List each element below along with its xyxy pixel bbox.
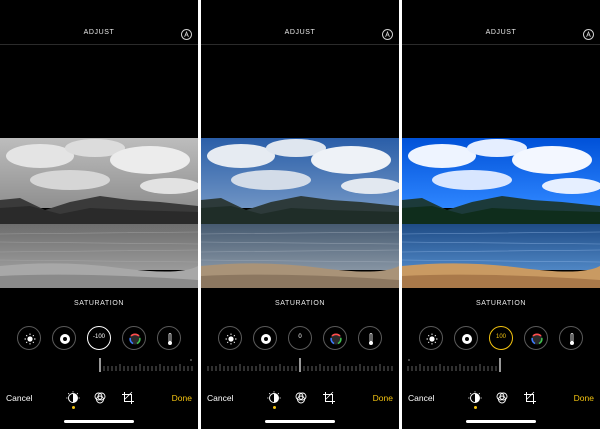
exposure-icon: [261, 334, 271, 344]
exposure-tool[interactable]: [52, 326, 76, 350]
brightness-icon: [24, 333, 36, 345]
saturation-tool[interactable]: -100: [87, 326, 111, 350]
editor-panel-desaturated: ADJUST SATURATION -100 Cancel Done: [0, 0, 198, 429]
adjustment-name: SATURATION: [475, 300, 527, 307]
editor-panel-vivid: ADJUST SATURATION 100 Cancel Done: [402, 0, 600, 429]
vibrance-tool[interactable]: [122, 326, 146, 350]
auto-enhance-icon[interactable]: [181, 29, 192, 40]
done-button[interactable]: Done: [172, 393, 192, 403]
active-mode-indicator: [272, 406, 276, 409]
warmth-tool[interactable]: [358, 326, 382, 350]
adjustment-name: SATURATION: [73, 300, 125, 307]
warmth-tool[interactable]: [559, 326, 583, 350]
filters-mode-icon[interactable]: [92, 390, 108, 406]
crop-mode-icon[interactable]: [522, 390, 538, 406]
done-button[interactable]: Done: [373, 393, 393, 403]
photo-preview: [0, 138, 198, 288]
brightness-tool[interactable]: [17, 326, 41, 350]
brightness-icon: [225, 333, 237, 345]
warmth-icon: [369, 333, 373, 345]
exposure-tool[interactable]: [454, 326, 478, 350]
saturation-value: 100: [495, 334, 506, 340]
warmth-icon: [168, 333, 172, 345]
header: ADJUST: [0, 0, 198, 45]
screen-title: ADJUST: [83, 29, 115, 36]
vibrance-icon: [330, 333, 342, 345]
exposure-icon: [60, 334, 70, 344]
brightness-tool[interactable]: [419, 326, 443, 350]
saturation-slider[interactable]: [0, 356, 198, 376]
filters-mode-icon[interactable]: [293, 390, 309, 406]
done-button[interactable]: Done: [574, 393, 594, 403]
brightness-tool[interactable]: [218, 326, 242, 350]
active-mode-indicator: [473, 406, 477, 409]
crop-mode-icon[interactable]: [120, 390, 136, 406]
home-indicator: [64, 420, 134, 423]
home-indicator: [466, 420, 536, 423]
cancel-button[interactable]: Cancel: [207, 393, 233, 403]
saturation-slider[interactable]: [201, 356, 399, 376]
auto-enhance-icon[interactable]: [583, 29, 594, 40]
vibrance-tool[interactable]: [323, 326, 347, 350]
filters-mode-icon[interactable]: [494, 390, 510, 406]
saturation-value: -100: [92, 334, 105, 340]
vibrance-icon: [531, 333, 543, 345]
saturation-slider[interactable]: [402, 356, 600, 376]
exposure-icon: [462, 334, 472, 344]
auto-enhance-icon[interactable]: [382, 29, 393, 40]
screen-title: ADJUST: [485, 29, 517, 36]
brightness-icon: [426, 333, 438, 345]
cancel-button[interactable]: Cancel: [6, 393, 32, 403]
saturation-tool[interactable]: 0: [288, 326, 312, 350]
adjustment-name: SATURATION: [274, 300, 326, 307]
active-mode-indicator: [71, 406, 75, 409]
header: ADJUST: [402, 0, 600, 45]
saturation-tool[interactable]: 100: [489, 326, 513, 350]
home-indicator: [265, 420, 335, 423]
adjust-mode-icon[interactable]: [65, 390, 81, 406]
screen-title: ADJUST: [284, 29, 316, 36]
warmth-tool[interactable]: [157, 326, 181, 350]
adjust-mode-icon[interactable]: [266, 390, 282, 406]
adjust-mode-icon[interactable]: [467, 390, 483, 406]
vibrance-icon: [129, 333, 141, 345]
editor-panel-normal: ADJUST SATURATION 0 Cancel Done: [201, 0, 399, 429]
vibrance-tool[interactable]: [524, 326, 548, 350]
header: ADJUST: [201, 0, 399, 45]
cancel-button[interactable]: Cancel: [408, 393, 434, 403]
exposure-tool[interactable]: [253, 326, 277, 350]
saturation-value: 0: [298, 334, 302, 340]
crop-mode-icon[interactable]: [321, 390, 337, 406]
warmth-icon: [570, 333, 574, 345]
photo-preview: [402, 138, 600, 288]
photo-preview: [201, 138, 399, 288]
